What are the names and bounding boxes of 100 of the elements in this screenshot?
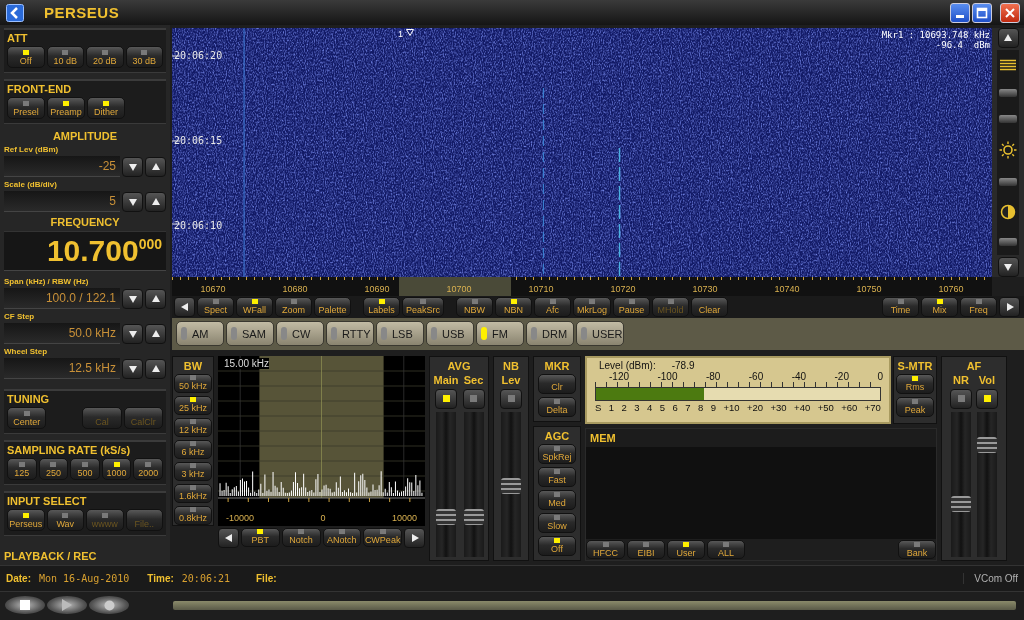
record-button[interactable] xyxy=(89,596,129,614)
mode-tab[interactable]: SAM xyxy=(226,321,274,347)
mode-tab[interactable]: USB xyxy=(426,321,474,347)
bandwidth-button[interactable]: 25 kHz xyxy=(174,396,212,415)
marker-button[interactable]: Clr xyxy=(538,374,576,394)
vertical-slider[interactable] xyxy=(501,412,521,557)
memory-button[interactable]: HFCC xyxy=(586,540,625,559)
close-button[interactable] xyxy=(1000,2,1020,23)
attenuator-button[interactable]: Off xyxy=(7,46,45,68)
slider-thumb[interactable] xyxy=(977,436,997,453)
toolbar-button[interactable]: Zoom xyxy=(275,296,312,317)
previous-button[interactable] xyxy=(218,528,239,548)
decrement-button[interactable] xyxy=(122,323,143,344)
toggle-button[interactable] xyxy=(462,389,485,409)
filter-button[interactable]: Notch xyxy=(281,528,321,547)
scroll-up-button[interactable] xyxy=(997,28,1019,48)
meter-mode-button[interactable]: Peak xyxy=(896,397,934,417)
marker-button[interactable]: Delta xyxy=(538,397,576,417)
stop-button[interactable] xyxy=(5,596,45,614)
increment-button[interactable] xyxy=(145,288,166,309)
value-field[interactable]: 12.5 kHz xyxy=(4,358,120,379)
toolbar-button[interactable]: Freq xyxy=(960,296,997,317)
front-end-button[interactable]: Dither xyxy=(87,97,125,119)
scroll-left-button[interactable] xyxy=(174,296,195,317)
playback-progress-track[interactable] xyxy=(173,600,1016,610)
scroll-down-button[interactable] xyxy=(997,257,1019,277)
minimize-button[interactable] xyxy=(950,2,970,23)
sampling-rate-button[interactable]: 250 xyxy=(38,458,69,480)
toolbar-button[interactable]: Time xyxy=(882,296,919,317)
toolbar-button[interactable]: MkrLog xyxy=(573,296,612,317)
maximize-button[interactable] xyxy=(972,2,992,23)
toolbar-button[interactable]: Pause xyxy=(613,296,651,317)
slider-thumb[interactable] xyxy=(463,508,484,525)
slider-thumb[interactable] xyxy=(951,495,971,512)
toolbar-button[interactable]: Palette xyxy=(314,296,351,317)
toggle-button[interactable] xyxy=(500,389,522,409)
bandwidth-button[interactable]: 0.8kHz xyxy=(174,506,212,525)
increment-button[interactable] xyxy=(145,156,166,177)
play-button[interactable] xyxy=(47,596,87,614)
mode-tab[interactable]: USER xyxy=(576,321,624,347)
input-button[interactable]: Wav xyxy=(46,509,84,531)
mode-tab[interactable]: RTTY xyxy=(326,321,374,347)
mode-tab[interactable]: FM xyxy=(476,321,524,347)
bandwidth-button[interactable]: 12 kHz xyxy=(174,418,212,437)
slider-thumb[interactable] xyxy=(999,89,1017,98)
memory-button[interactable]: EIBI xyxy=(627,540,665,559)
toggle-button[interactable] xyxy=(435,389,457,409)
agc-button[interactable]: Fast xyxy=(538,467,576,487)
toolbar-button[interactable]: WFall xyxy=(236,296,273,317)
value-field[interactable]: -25 xyxy=(4,156,120,177)
toolbar-button[interactable]: NBW xyxy=(456,296,493,317)
value-field[interactable]: 100.0 / 122.1 xyxy=(4,288,120,309)
bandwidth-button[interactable]: 50 kHz xyxy=(174,374,212,393)
scroll-right-button[interactable] xyxy=(999,296,1020,317)
next-button[interactable] xyxy=(404,528,425,548)
slider-thumb[interactable] xyxy=(436,508,456,525)
bandwidth-button[interactable]: 3 kHz xyxy=(174,462,212,481)
toggle-button[interactable] xyxy=(976,389,998,409)
agc-button[interactable]: SpkRej xyxy=(538,444,576,464)
vertical-slider[interactable] xyxy=(463,412,484,557)
agc-button[interactable]: Slow xyxy=(538,513,576,533)
toolbar-button[interactable]: Spect xyxy=(197,296,234,317)
mode-tab[interactable]: LSB xyxy=(376,321,424,347)
sampling-rate-button[interactable]: 500 xyxy=(70,458,100,480)
toolbar-button[interactable]: Afc xyxy=(534,296,571,317)
bandwidth-button[interactable]: 1.6kHz xyxy=(174,484,212,503)
agc-button[interactable]: Off xyxy=(538,536,576,556)
bank-button[interactable]: Bank xyxy=(898,540,936,559)
agc-button[interactable]: Med xyxy=(538,490,576,510)
value-field[interactable]: 5 xyxy=(4,191,120,212)
decrement-button[interactable] xyxy=(122,288,143,309)
decrement-button[interactable] xyxy=(122,358,143,379)
increment-button[interactable] xyxy=(145,323,166,344)
toolbar-button[interactable]: Clear xyxy=(691,296,729,317)
front-end-button[interactable]: Presel xyxy=(7,97,45,119)
mode-tab[interactable]: CW xyxy=(276,321,324,347)
slider-thumb[interactable] xyxy=(999,237,1017,246)
filter-button[interactable]: CWPeak xyxy=(363,528,402,547)
meter-mode-button[interactable]: Rms xyxy=(896,374,934,394)
front-end-button[interactable]: Preamp xyxy=(47,97,85,119)
memory-button[interactable]: User xyxy=(667,540,705,559)
toolbar-button[interactable]: Mix xyxy=(921,296,958,317)
value-field[interactable]: 50.0 kHz xyxy=(4,323,120,344)
increment-button[interactable] xyxy=(145,358,166,379)
increment-button[interactable] xyxy=(145,191,166,212)
mode-tab[interactable]: DRM xyxy=(526,321,574,347)
sampling-rate-button[interactable]: 125 xyxy=(7,458,37,480)
slider-thumb[interactable] xyxy=(999,177,1017,186)
filter-button[interactable]: PBT xyxy=(241,528,280,547)
tuning-button[interactable]: Center xyxy=(7,407,47,429)
vertical-slider[interactable] xyxy=(951,412,971,557)
memory-button[interactable]: ALL xyxy=(707,540,745,559)
attenuator-button[interactable]: 30 dB xyxy=(125,46,163,68)
toggle-button[interactable] xyxy=(950,389,972,409)
toolbar-button[interactable]: PeakSrc xyxy=(402,296,444,317)
decrement-button[interactable] xyxy=(122,191,143,212)
attenuator-button[interactable]: 10 dB xyxy=(46,46,84,68)
toolbar-button[interactable]: NBN xyxy=(495,296,532,317)
slider-thumb[interactable] xyxy=(999,115,1017,124)
bandwidth-button[interactable]: 6 kHz xyxy=(174,440,212,459)
